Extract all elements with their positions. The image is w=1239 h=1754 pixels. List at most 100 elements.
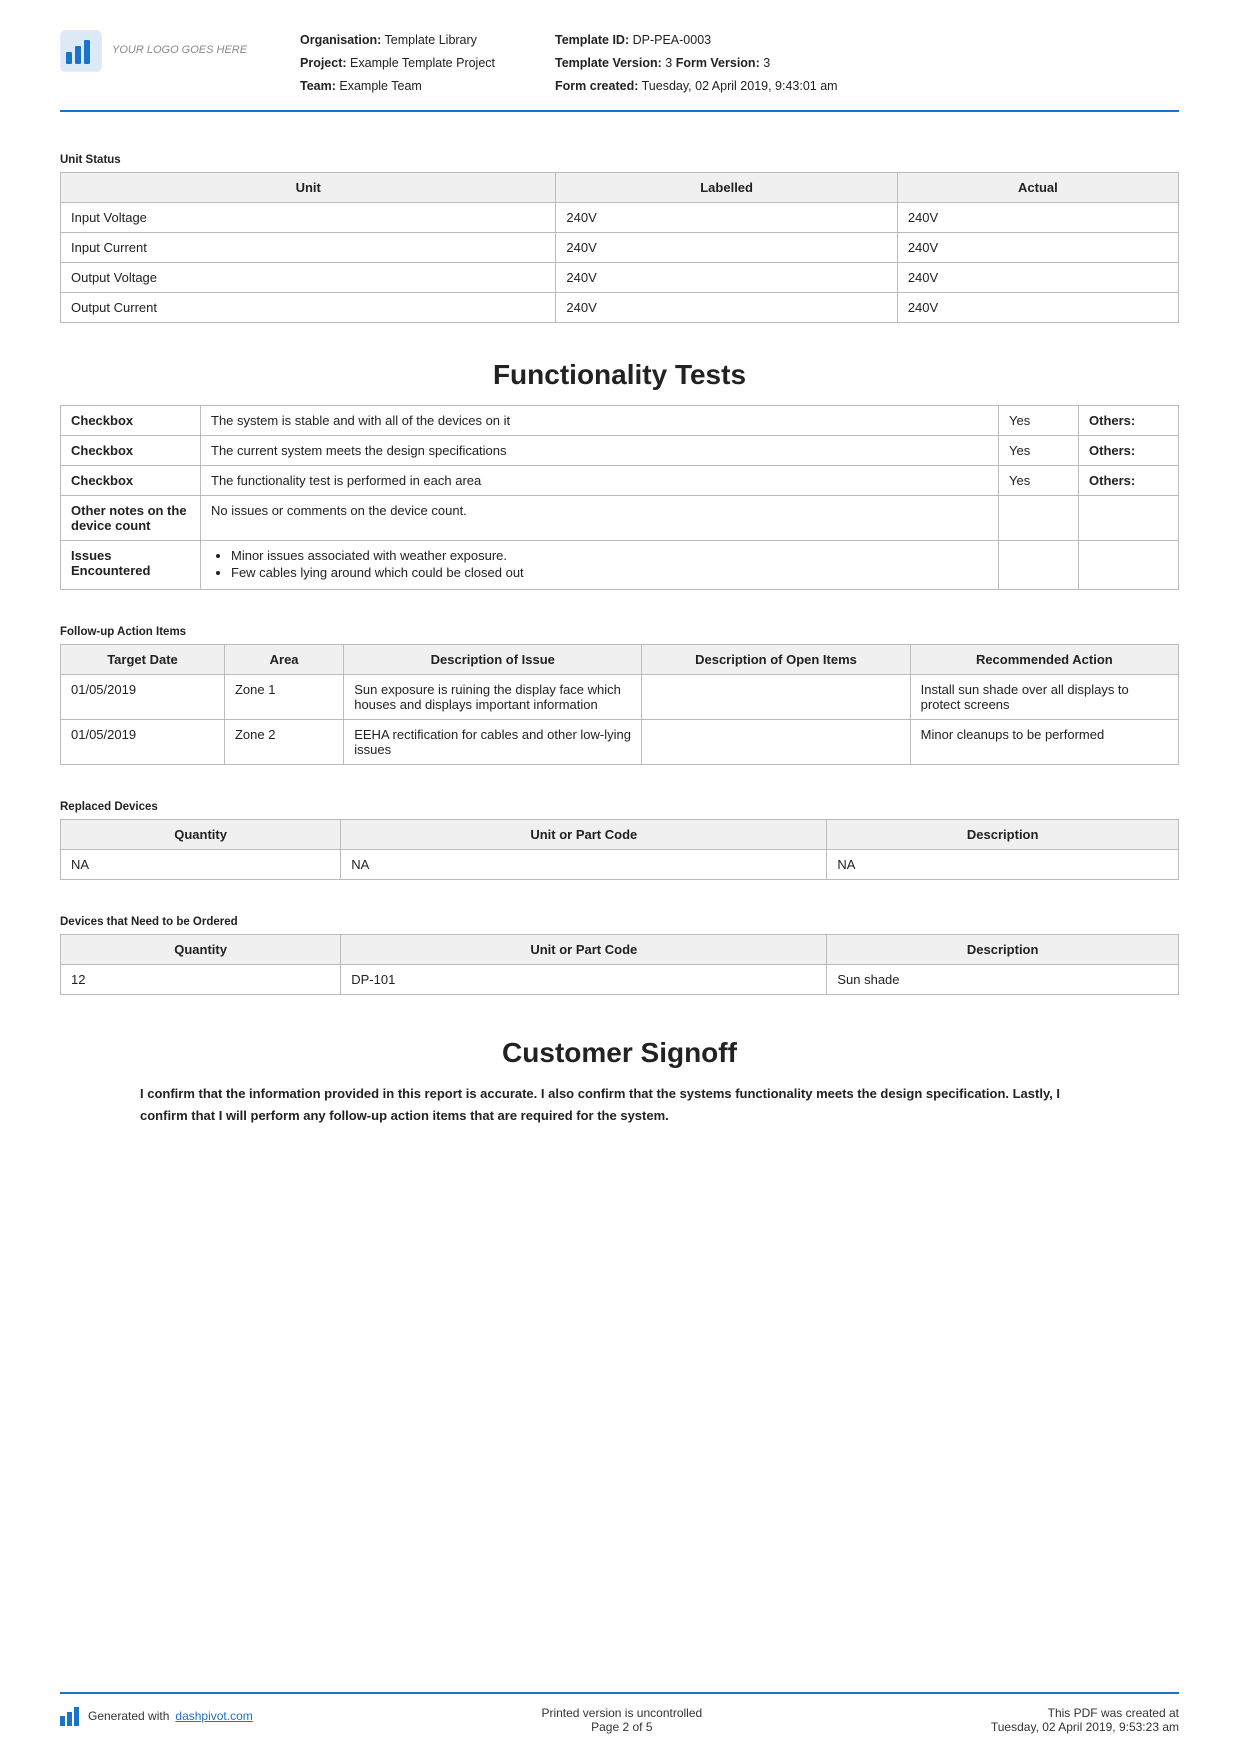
table-row: NANANA [61, 850, 1179, 880]
functionality-tests-section: CheckboxThe system is stable and with al… [60, 405, 1179, 608]
func-others: Others: [1079, 466, 1179, 496]
logo-text: YOUR LOGO GOES HERE [112, 43, 247, 58]
rd-desc-col: Description [827, 820, 1179, 850]
header-col-left: Organisation: Template Library Project: … [300, 30, 495, 96]
dto-header-row: Quantity Unit or Part Code Description [61, 935, 1179, 965]
labelled-col-header: Labelled [556, 173, 897, 203]
devices-to-order-table: Quantity Unit or Part Code Description 1… [60, 934, 1179, 995]
table-row: Input Voltage240V240V [61, 203, 1179, 233]
project-line: Project: Example Template Project [300, 53, 495, 73]
table-cell: 240V [556, 233, 897, 263]
rd-qty-col: Quantity [61, 820, 341, 850]
target-date-col-header: Target Date [61, 645, 225, 675]
func-field-type: Checkbox [61, 466, 201, 496]
func-description: The functionality test is performed in e… [201, 466, 999, 496]
table-cell: 240V [556, 293, 897, 323]
followup-header-row: Target Date Area Description of Issue De… [61, 645, 1179, 675]
footer-right-line1: This PDF was created at [991, 1706, 1179, 1720]
header-meta: Organisation: Template Library Project: … [300, 30, 1179, 96]
unit-status-title: Unit Status [60, 154, 1179, 166]
table-row: CheckboxThe current system meets the des… [61, 436, 1179, 466]
table-cell: Sun shade [827, 965, 1179, 995]
table-cell: Install sun shade over all displays to p… [910, 675, 1178, 720]
customer-signoff-section: Customer Signoff I confirm that the info… [60, 1013, 1179, 1187]
area-col-header: Area [224, 645, 343, 675]
table-cell: 01/05/2019 [61, 720, 225, 765]
unit-status-header-row: Unit Labelled Actual [61, 173, 1179, 203]
customer-signoff-text: I confirm that the information provided … [60, 1083, 1179, 1127]
replaced-devices-section: Replaced Devices Quantity Unit or Part C… [60, 783, 1179, 898]
version-line: Template Version: 3 Form Version: 3 [555, 53, 838, 73]
fc-val: Tuesday, 02 April 2019, 9:43:01 am [642, 79, 838, 93]
func-value: Yes [999, 406, 1079, 436]
footer-generated-text: Generated with [88, 1709, 169, 1723]
unit-col-header: Unit [61, 173, 556, 203]
table-cell: 240V [897, 203, 1178, 233]
table-cell: Minor cleanups to be performed [910, 720, 1178, 765]
dto-partcode-col: Unit or Part Code [341, 935, 827, 965]
desc-open-col-header: Description of Open Items [642, 645, 910, 675]
devices-to-order-section: Devices that Need to be Ordered Quantity… [60, 898, 1179, 1013]
project-label: Project: [300, 56, 347, 70]
tv-val: 3 [665, 56, 672, 70]
table-cell: Input Current [61, 233, 556, 263]
template-id-label: Template ID: [555, 33, 629, 47]
table-cell: NA [341, 850, 827, 880]
replaced-devices-title: Replaced Devices [60, 801, 1179, 813]
logo-icon [60, 30, 102, 72]
table-cell: Output Current [61, 293, 556, 323]
table-cell [642, 675, 910, 720]
followup-title: Follow-up Action Items [60, 626, 1179, 638]
footer-center-line2: Page 2 of 5 [541, 1720, 702, 1734]
form-version-label: Form Version: [676, 56, 760, 70]
footer-center-line1: Printed version is uncontrolled [541, 1706, 702, 1720]
table-cell: Input Voltage [61, 203, 556, 233]
func-field-type: Checkbox [61, 436, 201, 466]
func-others [1079, 541, 1179, 590]
footer: Generated with dashpivot.com Printed ver… [60, 1692, 1179, 1734]
footer-dashpivot-link[interactable]: dashpivot.com [175, 1709, 252, 1723]
table-row: Output Voltage240V240V [61, 263, 1179, 293]
func-field-type: Checkbox [61, 406, 201, 436]
table-row: Issues EncounteredMinor issues associate… [61, 541, 1179, 590]
footer-center: Printed version is uncontrolled Page 2 o… [541, 1706, 702, 1734]
table-cell: DP-101 [341, 965, 827, 995]
table-cell: 240V [556, 203, 897, 233]
func-others: Others: [1079, 436, 1179, 466]
table-cell [642, 720, 910, 765]
table-cell: Zone 1 [224, 675, 343, 720]
func-value [999, 496, 1079, 541]
table-cell: 240V [897, 263, 1178, 293]
func-description: The current system meets the design spec… [201, 436, 999, 466]
template-id-line: Template ID: DP-PEA-0003 [555, 30, 838, 50]
table-cell: Output Voltage [61, 263, 556, 293]
customer-signoff-heading: Customer Signoff [60, 1037, 1179, 1069]
func-value: Yes [999, 436, 1079, 466]
table-cell: NA [827, 850, 1179, 880]
table-cell: NA [61, 850, 341, 880]
func-description: Minor issues associated with weather exp… [201, 541, 999, 590]
table-cell: Zone 2 [224, 720, 343, 765]
dto-desc-col: Description [827, 935, 1179, 965]
page: YOUR LOGO GOES HERE Organisation: Templa… [0, 0, 1239, 1754]
table-row: 01/05/2019Zone 1Sun exposure is ruining … [61, 675, 1179, 720]
dto-qty-col: Quantity [61, 935, 341, 965]
team-label: Team: [300, 79, 336, 93]
form-created-label: Form created: [555, 79, 638, 93]
form-created-line: Form created: Tuesday, 02 April 2019, 9:… [555, 76, 838, 96]
table-row: Input Current240V240V [61, 233, 1179, 263]
table-cell: 01/05/2019 [61, 675, 225, 720]
func-value [999, 541, 1079, 590]
header: YOUR LOGO GOES HERE Organisation: Templa… [60, 30, 1179, 112]
footer-logo-icon [60, 1706, 82, 1726]
list-item: Minor issues associated with weather exp… [231, 548, 988, 563]
unit-status-section: Unit Status Unit Labelled Actual Input V… [60, 136, 1179, 341]
func-field-type: Other notes on the device count [61, 496, 201, 541]
replaced-devices-table: Quantity Unit or Part Code Description N… [60, 819, 1179, 880]
fv-val: 3 [763, 56, 770, 70]
table-cell: 240V [897, 233, 1178, 263]
functionality-tests-table: CheckboxThe system is stable and with al… [60, 405, 1179, 590]
followup-section: Follow-up Action Items Target Date Area … [60, 608, 1179, 783]
rd-partcode-col: Unit or Part Code [341, 820, 827, 850]
followup-table: Target Date Area Description of Issue De… [60, 644, 1179, 765]
